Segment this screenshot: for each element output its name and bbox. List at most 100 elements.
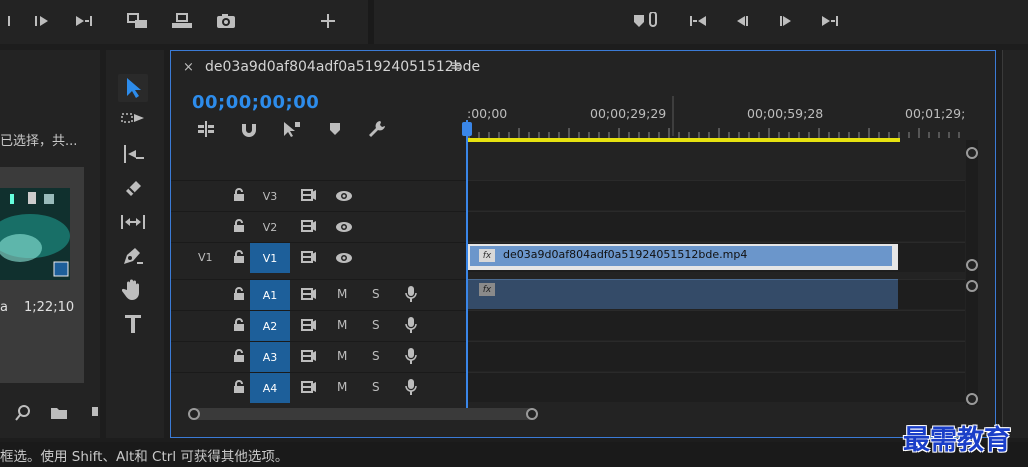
vertical-scrollbar[interactable] bbox=[966, 140, 978, 405]
microphone-icon[interactable] bbox=[402, 285, 420, 303]
watermark-logo: 最需教育 bbox=[903, 425, 1011, 456]
tab-close-button[interactable]: × bbox=[183, 60, 194, 75]
folder-icon[interactable] bbox=[50, 406, 68, 420]
lock-icon[interactable] bbox=[230, 316, 248, 334]
scroll-handle[interactable] bbox=[966, 280, 978, 292]
clip-thumbnail[interactable] bbox=[0, 188, 70, 280]
sync-lock-icon[interactable] bbox=[300, 285, 318, 303]
track-lane-a3[interactable] bbox=[467, 341, 965, 371]
lock-icon[interactable] bbox=[230, 285, 248, 303]
tab-menu-icon[interactable]: ≡ bbox=[450, 58, 462, 74]
track-lane-a2[interactable] bbox=[467, 310, 965, 340]
pen-tool-icon[interactable] bbox=[118, 242, 148, 270]
play-stop-icon[interactable] bbox=[30, 10, 54, 32]
search-icon[interactable] bbox=[14, 404, 32, 422]
hand-tool-icon[interactable] bbox=[118, 276, 148, 304]
source-patch-v1[interactable]: V1 bbox=[198, 251, 213, 264]
selection-tool-icon[interactable] bbox=[118, 74, 148, 102]
microphone-icon[interactable] bbox=[402, 347, 420, 365]
track-lane-v3[interactable] bbox=[467, 180, 965, 210]
track-header-v1 bbox=[171, 242, 466, 272]
track-header-v3 bbox=[171, 180, 466, 210]
add-marker-icon[interactable] bbox=[328, 121, 342, 137]
fx-badge: fx bbox=[479, 283, 495, 296]
solo-track-button[interactable]: S bbox=[372, 380, 380, 394]
track-lane-v2[interactable] bbox=[467, 211, 965, 241]
audio-clip[interactable] bbox=[468, 279, 898, 309]
track-label-v3[interactable]: V3 bbox=[250, 181, 290, 211]
sync-lock-icon[interactable] bbox=[300, 248, 318, 266]
insert-icon[interactable] bbox=[126, 10, 150, 32]
time-ruler[interactable] bbox=[467, 96, 967, 140]
mute-track-button[interactable]: M bbox=[337, 287, 347, 301]
overwrite-icon[interactable] bbox=[170, 10, 194, 32]
linked-selection-icon[interactable] bbox=[282, 120, 302, 138]
go-to-in-icon[interactable] bbox=[686, 10, 710, 32]
track-label-v1[interactable]: V1 bbox=[250, 243, 290, 273]
ruler-label: 00;00;29;29 bbox=[590, 106, 667, 121]
track-label-v2[interactable]: V2 bbox=[250, 212, 290, 242]
top-toolbar bbox=[0, 0, 1028, 44]
playhead-handle[interactable] bbox=[462, 122, 472, 136]
slip-tool-icon[interactable] bbox=[118, 208, 148, 236]
lock-icon[interactable] bbox=[230, 248, 248, 266]
sync-lock-icon[interactable] bbox=[300, 316, 318, 334]
eye-icon[interactable] bbox=[334, 249, 354, 267]
sync-lock-icon[interactable] bbox=[300, 378, 318, 396]
track-select-tool-icon[interactable] bbox=[118, 106, 148, 134]
snap-magnet-icon[interactable] bbox=[240, 120, 258, 138]
zoom-handle-right[interactable] bbox=[526, 408, 538, 420]
eye-icon[interactable] bbox=[334, 187, 354, 205]
scroll-handle[interactable] bbox=[966, 147, 978, 159]
track-lane-a4[interactable] bbox=[467, 372, 965, 402]
mute-track-button[interactable]: M bbox=[337, 380, 347, 394]
nest-sequence-icon[interactable] bbox=[196, 120, 216, 138]
track-label-a1[interactable]: A1 bbox=[250, 280, 290, 310]
razor-tool-icon[interactable] bbox=[118, 174, 148, 202]
eye-icon[interactable] bbox=[334, 218, 354, 236]
track-label-a2[interactable]: A2 bbox=[250, 311, 290, 341]
zoom-handle-left[interactable] bbox=[188, 408, 200, 420]
mute-track-button[interactable]: M bbox=[337, 349, 347, 363]
scroll-handle[interactable] bbox=[966, 259, 978, 271]
panel-divider bbox=[368, 0, 374, 44]
lock-icon[interactable] bbox=[230, 186, 248, 204]
step-back-icon[interactable] bbox=[2, 10, 26, 32]
sequence-tab-title[interactable]: de03a9d0af804adf0a51924051512bde bbox=[205, 59, 480, 75]
microphone-icon[interactable] bbox=[402, 378, 420, 396]
track-header-v2 bbox=[171, 211, 466, 241]
wrench-settings-icon[interactable] bbox=[368, 120, 386, 138]
solo-track-button[interactable]: S bbox=[372, 287, 380, 301]
scroll-handle[interactable] bbox=[966, 393, 978, 405]
step-back-frame-icon[interactable] bbox=[730, 10, 754, 32]
camera-export-frame-icon[interactable] bbox=[214, 10, 238, 32]
marker-link-icon[interactable] bbox=[630, 10, 664, 32]
sync-lock-icon[interactable] bbox=[300, 217, 318, 235]
horizontal-zoom-scrollbar[interactable] bbox=[192, 408, 534, 420]
work-area-bar[interactable] bbox=[468, 138, 900, 142]
type-tool-icon[interactable] bbox=[118, 310, 148, 338]
playhead-line[interactable] bbox=[466, 120, 468, 408]
microphone-icon[interactable] bbox=[402, 316, 420, 334]
mute-track-button[interactable]: M bbox=[337, 318, 347, 332]
clip-name: a bbox=[0, 300, 8, 315]
solo-track-button[interactable]: S bbox=[372, 349, 380, 363]
new-item-icon[interactable] bbox=[90, 406, 100, 420]
playhead-timecode[interactable]: 00;00;00;00 bbox=[192, 92, 319, 113]
go-to-out-icon[interactable] bbox=[72, 10, 96, 32]
go-to-out-point-icon[interactable] bbox=[818, 10, 842, 32]
solo-track-button[interactable]: S bbox=[372, 318, 380, 332]
track-label-a4[interactable]: A4 bbox=[250, 373, 290, 403]
track-label-a3[interactable]: A3 bbox=[250, 342, 290, 372]
step-forward-frame-icon[interactable] bbox=[774, 10, 798, 32]
sync-lock-icon[interactable] bbox=[300, 186, 318, 204]
add-button-icon[interactable] bbox=[316, 10, 340, 32]
lock-icon[interactable] bbox=[230, 347, 248, 365]
lock-icon[interactable] bbox=[230, 217, 248, 235]
status-text: 框选。使用 Shift、Alt和 Ctrl 可获得其他选项。 bbox=[0, 449, 289, 465]
ripple-edit-tool-icon[interactable] bbox=[118, 140, 148, 168]
lock-icon[interactable] bbox=[230, 378, 248, 396]
track-header-a3 bbox=[171, 341, 466, 371]
video-clip-name: de03a9d0af804adf0a51924051512bde.mp4 bbox=[503, 248, 748, 261]
sync-lock-icon[interactable] bbox=[300, 347, 318, 365]
